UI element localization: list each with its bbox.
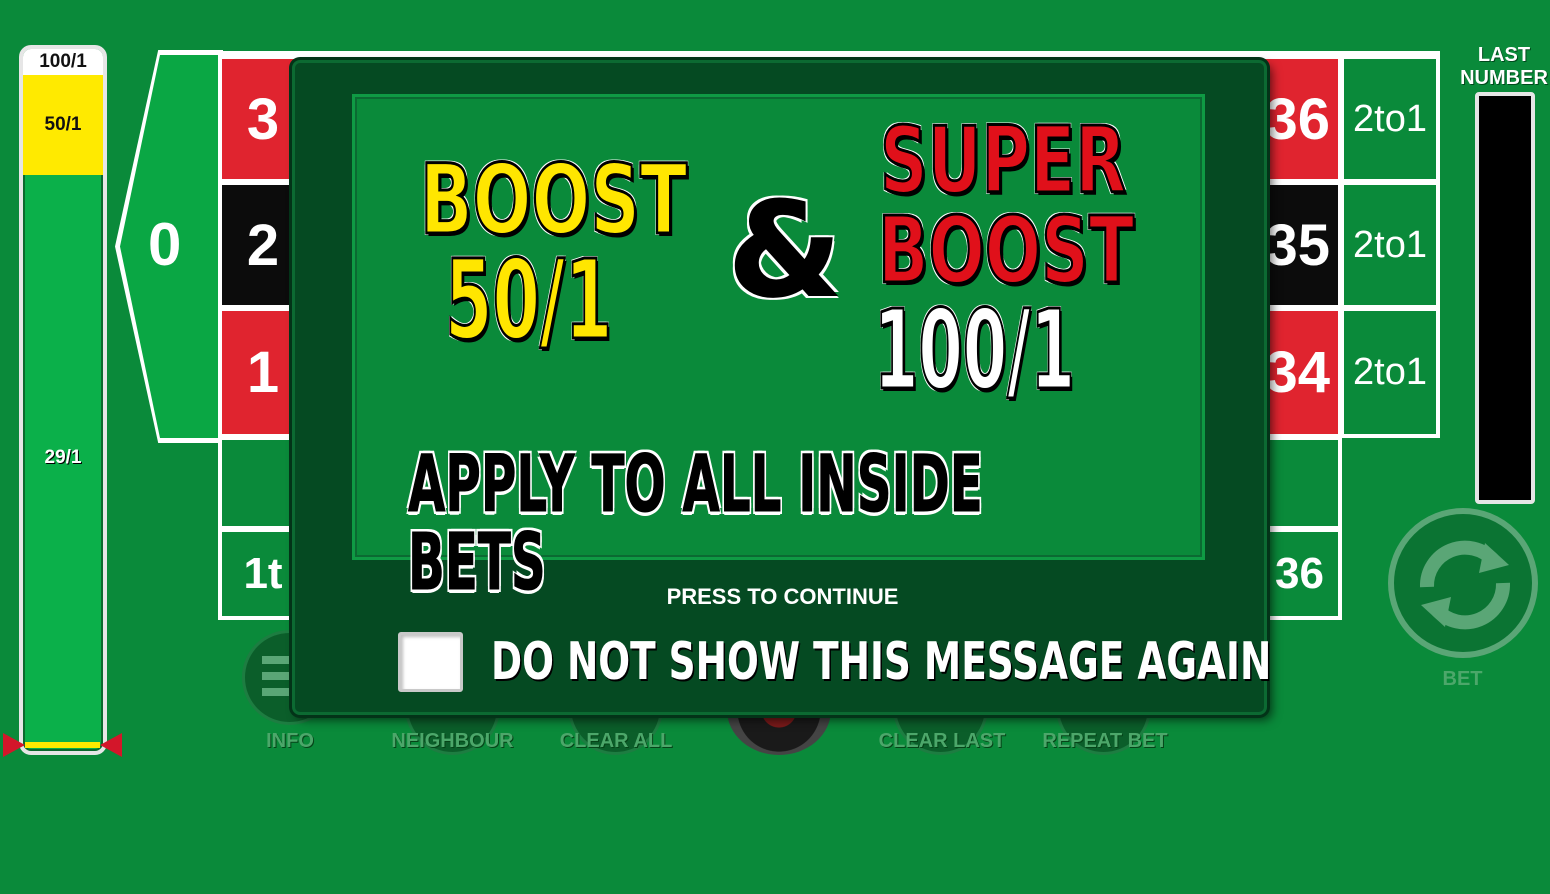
clear-last-label: CLEAR LAST [878,730,1006,752]
boost-title: BOOST [419,144,688,256]
last-number-label: LAST NUMBER [1460,44,1548,89]
bet-label: BET [1442,668,1483,690]
apply-to-all-text: APPLY TO ALL INSIDE BETS [408,440,983,608]
neighbour-label: NEIGHBOUR [391,730,514,752]
press-to-continue-button[interactable]: PRESS TO CONTINUE [560,584,1005,610]
column-bet-label: 2to1 [1353,97,1427,140]
refresh-icon [1420,540,1510,630]
number-label: 3 [246,86,280,152]
column-bet-middle[interactable]: 2to1 [1340,181,1440,309]
boost-odds: 50/1 [444,236,613,364]
number-label: 2 [246,212,280,278]
clear-all-label: CLEAR ALL [559,730,673,752]
column-bet-bottom[interactable]: 2to1 [1340,307,1440,438]
number-label: 36 [1265,86,1330,152]
do-not-show-checkbox[interactable] [398,632,463,692]
dozen-label: 36 [1275,549,1324,598]
do-not-show-label[interactable]: DO NOT SHOW THIS MESSAGE AGAIN [491,632,1271,692]
menu-icon [262,656,296,696]
column-bet-label: 2to1 [1353,351,1427,393]
super-boost-line2: BOOST [877,197,1135,304]
number-label: 34 [1265,340,1330,405]
super-boost-odds: 100/1 [873,286,1076,414]
super-boost-line1: SUPER [879,107,1127,214]
info-label: INFO [266,730,314,752]
table-top-border [218,51,1440,57]
repeat-bet-label: REPEAT BET [1042,730,1168,752]
dozen-label: 1t [243,549,283,598]
ampersand: & [727,174,842,326]
column-bet-top[interactable]: 2to1 [1340,55,1440,183]
last-number-display [1475,92,1535,504]
number-label: 1 [246,340,280,405]
number-label: 35 [1265,212,1330,278]
column-bet-label: 2to1 [1353,223,1427,266]
zero-label: 0 [148,211,182,278]
